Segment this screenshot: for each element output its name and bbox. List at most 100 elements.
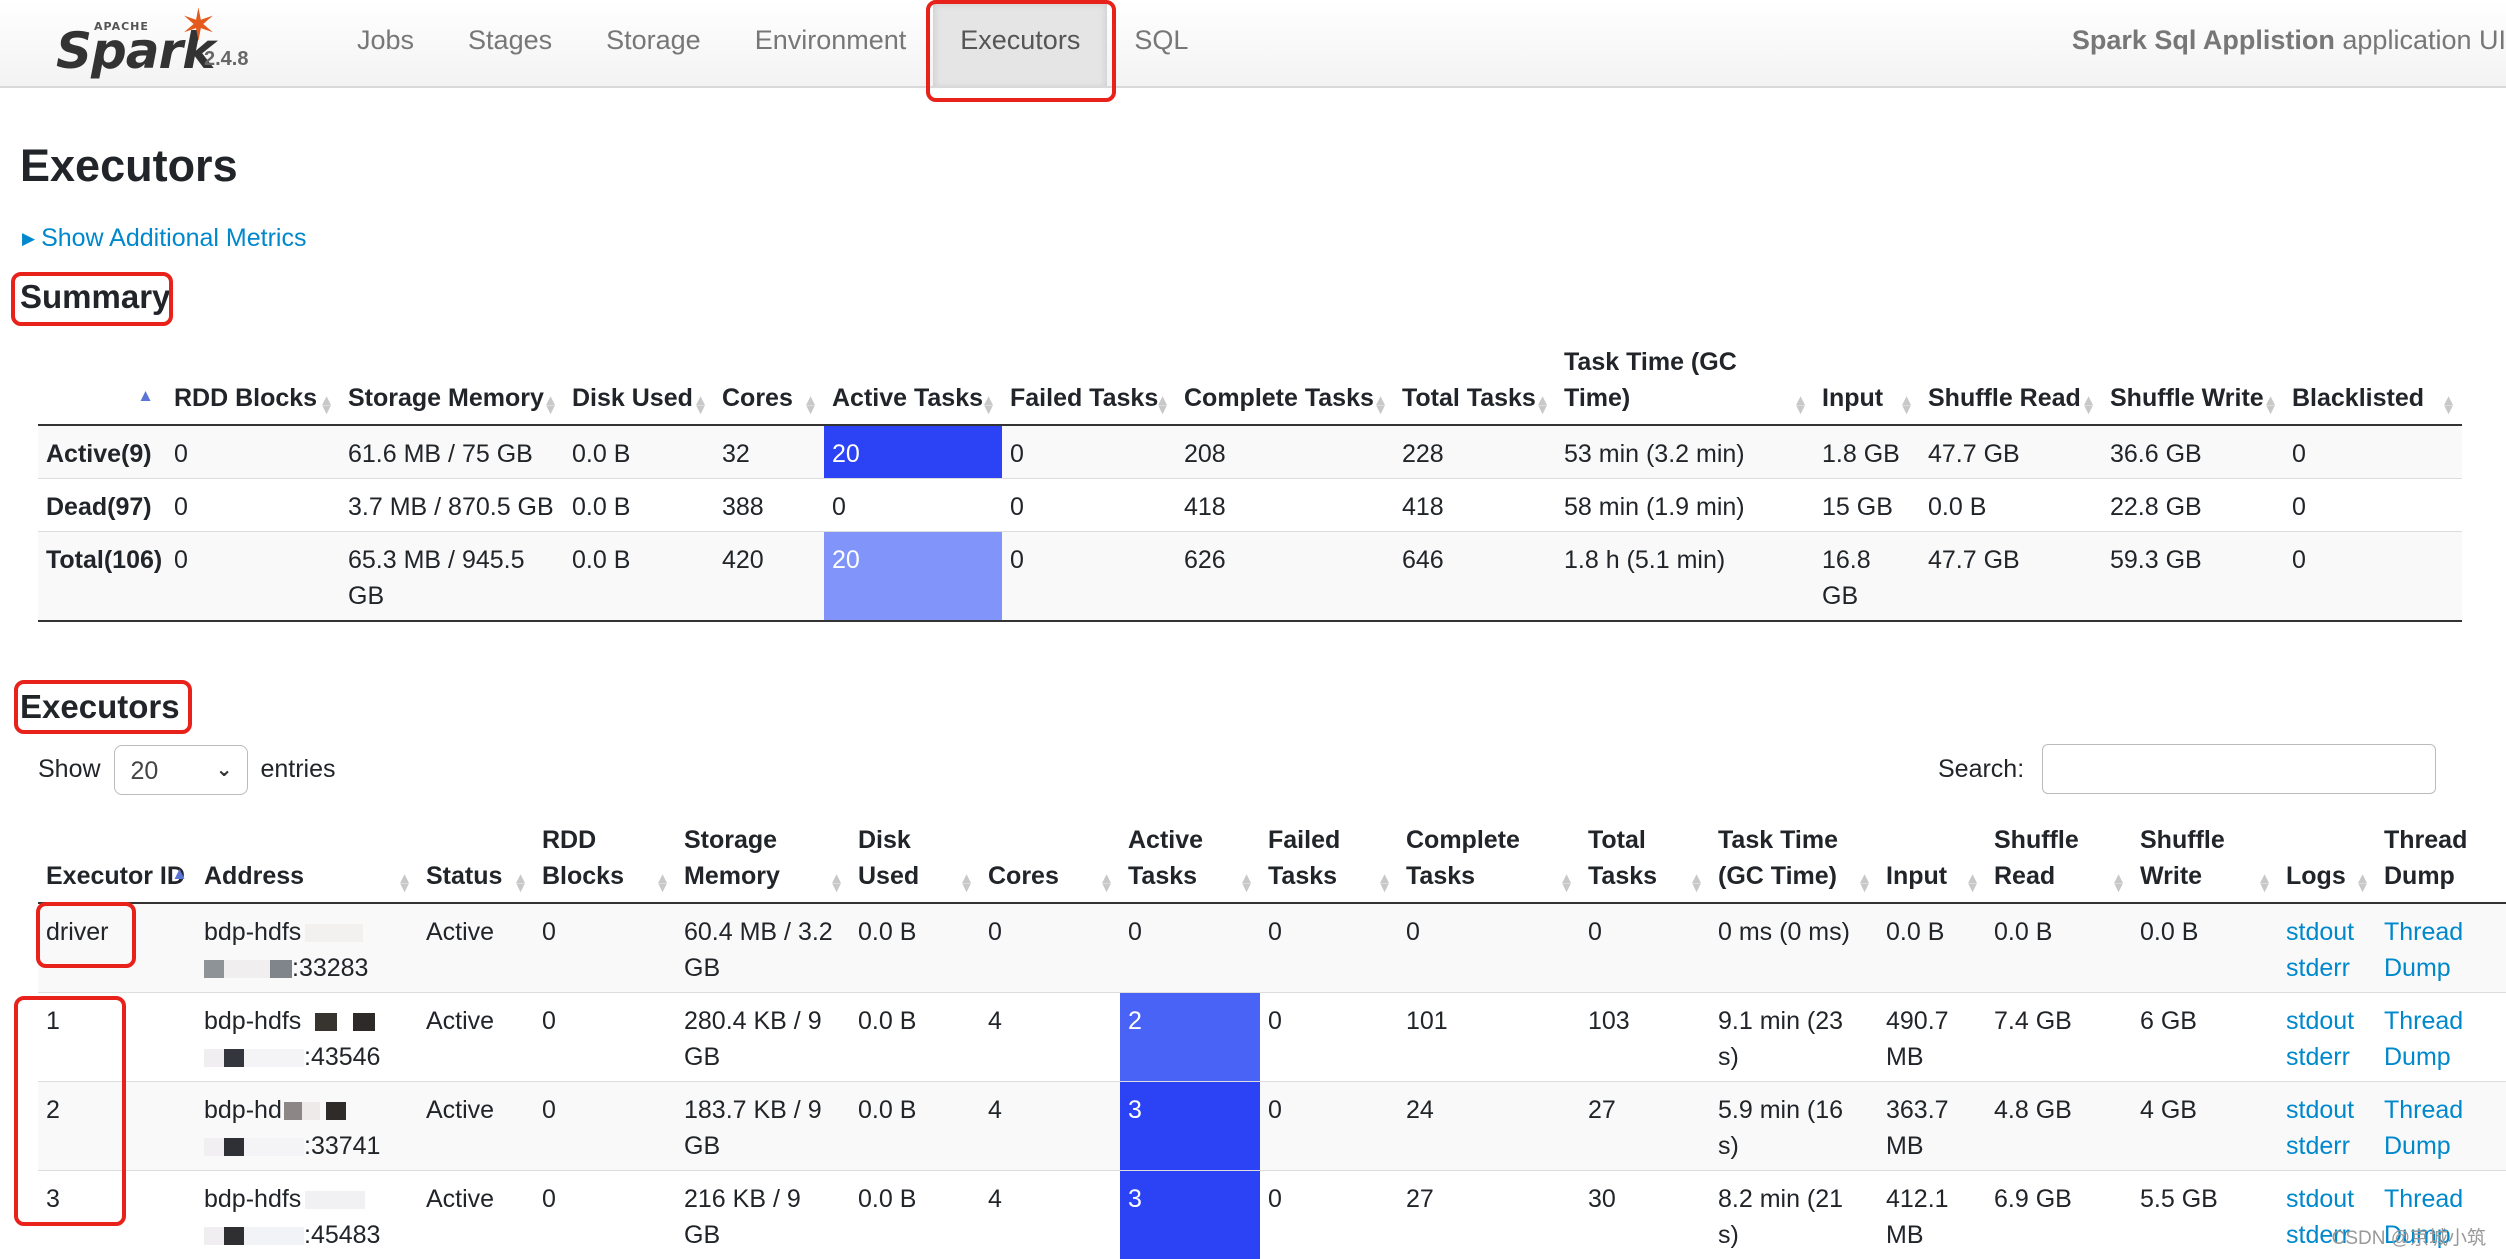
address-port: :33283 (292, 954, 368, 982)
executors-header-row: Executor ID▲ Address▲▼ Status▲▼ RDD Bloc… (38, 822, 2506, 903)
col-total-tasks[interactable]: Total Tasks▲▼ (1580, 822, 1710, 903)
tab-environment[interactable]: Environment (728, 0, 934, 86)
sort-icon: ▲▼ (1899, 396, 1914, 414)
tab-stages[interactable]: Stages (441, 0, 579, 86)
tab-jobs[interactable]: Jobs (330, 0, 441, 86)
col-failed-tasks[interactable]: Failed Tasks▲▼ (1260, 822, 1398, 903)
summary-col-active-tasks[interactable]: Active Tasks▲▼ (824, 344, 1002, 425)
spark-logo[interactable]: APACHE Spark ✶ 2.4.8 (52, 2, 252, 82)
summary-col-storage-memory[interactable]: Storage Memory▲▼ (340, 344, 564, 425)
executor-storage-memory: 216 KB / 9 GB (676, 1171, 850, 1259)
col-executor-id[interactable]: Executor ID▲ (38, 822, 196, 903)
sort-icon: ▲▼ (803, 396, 818, 414)
sort-icon: ▲▼ (959, 874, 974, 892)
executor-task-time: 5.9 min (16 s) (1710, 1082, 1878, 1171)
executor-active-tasks: 2 (1120, 993, 1260, 1082)
redacted-block (224, 960, 270, 978)
summary-col-cores[interactable]: Cores▲▼ (714, 344, 824, 425)
col-disk-used[interactable]: Disk Used▲▼ (850, 822, 980, 903)
stdout-link[interactable]: stdout (2286, 1092, 2368, 1128)
thread-dump-link[interactable]: Thread Dump (2384, 1092, 2506, 1164)
col-logs[interactable]: Logs▲▼ (2278, 822, 2376, 903)
executor-shuffle-write: 6 GB (2132, 993, 2278, 1082)
executor-failed-tasks: 0 (1260, 1171, 1398, 1259)
col-storage-memory[interactable]: Storage Memory▲▼ (676, 822, 850, 903)
summary-cell: 0 (1002, 532, 1176, 622)
executor-thread-dump: Thread Dump (2376, 993, 2506, 1082)
summary-col-input[interactable]: Input▲▼ (1814, 344, 1920, 425)
summary-cell: 0 (1002, 479, 1176, 532)
tab-sql[interactable]: SQL (1107, 0, 1215, 86)
summary-active-tasks-cell: 20 (824, 532, 1002, 622)
executor-address: bdp-hdfs:33283 (196, 903, 418, 993)
stdout-link[interactable]: stdout (2286, 1003, 2368, 1039)
show-additional-metrics-link[interactable]: ▶Show Additional Metrics (22, 224, 306, 253)
page-length-select[interactable]: 20⌄ (114, 745, 248, 795)
summary-col-rdd-blocks[interactable]: RDD Blocks▲▼ (166, 344, 340, 425)
sort-icon: ▲▼ (2257, 874, 2272, 892)
executor-shuffle-write: 0.0 B (2132, 903, 2278, 993)
summary-col-blacklisted[interactable]: Blacklisted▲▼ (2284, 344, 2462, 425)
executor-shuffle-read: 4.8 GB (1986, 1082, 2132, 1171)
summary-cell: 420 (714, 532, 824, 622)
stdout-link[interactable]: stdout (2286, 1181, 2368, 1217)
summary-col-total-tasks[interactable]: Total Tasks▲▼ (1394, 344, 1556, 425)
summary-col-complete-tasks[interactable]: Complete Tasks▲▼ (1176, 344, 1394, 425)
summary-col-disk-used[interactable]: Disk Used▲▼ (564, 344, 714, 425)
col-complete-tasks[interactable]: Complete Tasks▲▼ (1398, 822, 1580, 903)
executor-rdd-blocks: 0 (534, 1171, 676, 1259)
executor-rdd-blocks: 0 (534, 993, 676, 1082)
executor-task-time: 9.1 min (23 s) (1710, 993, 1878, 1082)
summary-cell: 228 (1394, 425, 1556, 479)
stderr-link[interactable]: stderr (2286, 1128, 2368, 1164)
executor-logs: stdoutstderr (2278, 1082, 2376, 1171)
summary-cell: Active(9) (38, 425, 166, 479)
executor-shuffle-read: 0.0 B (1986, 903, 2132, 993)
col-shuffle-read[interactable]: Shuffle Read▲▼ (1986, 822, 2132, 903)
table-row: 2 bdp-hd:33741 Active 0 183.7 KB / 9 GB … (38, 1082, 2506, 1171)
summary-col-task-time[interactable]: Task Time (GC Time)▲▼ (1556, 344, 1814, 425)
col-cores[interactable]: Cores▲▼ (980, 822, 1120, 903)
sort-icon: ▲▼ (1373, 396, 1388, 414)
col-status[interactable]: Status▲▼ (418, 822, 534, 903)
thread-dump-link[interactable]: Thread Dump (2384, 1003, 2506, 1075)
stderr-link[interactable]: stderr (2286, 1039, 2368, 1075)
redacted-block (305, 1191, 365, 1209)
stderr-link[interactable]: stderr (2286, 950, 2368, 986)
summary-col-shuffle-read[interactable]: Shuffle Read▲▼ (1920, 344, 2102, 425)
annotation-box-executor-ids (14, 996, 126, 1226)
col-thread-dump[interactable]: Thread Dump▲▼ (2376, 822, 2506, 903)
executor-shuffle-write: 4 GB (2132, 1082, 2278, 1171)
search-input[interactable] (2042, 744, 2436, 794)
sort-icon: ▲▼ (1239, 874, 1254, 892)
sort-icon: ▲▼ (2111, 874, 2126, 892)
page-length-prefix: Show (38, 755, 101, 783)
summary-cell: 208 (1176, 425, 1394, 479)
col-active-tasks[interactable]: Active Tasks▲▼ (1120, 822, 1260, 903)
executor-logs: stdoutstderr (2278, 993, 2376, 1082)
summary-col-failed-tasks[interactable]: Failed Tasks▲▼ (1002, 344, 1176, 425)
chevron-down-icon: ⌄ (216, 746, 233, 794)
col-task-time[interactable]: Task Time (GC Time)▲▼ (1710, 822, 1878, 903)
sort-icon: ▲▼ (2081, 396, 2096, 414)
tab-storage[interactable]: Storage (579, 0, 728, 86)
sort-icon: ▲▼ (543, 396, 558, 414)
summary-cell: 61.6 MB / 75 GB (340, 425, 564, 479)
annotation-box-executors (14, 680, 192, 734)
col-shuffle-write[interactable]: Shuffle Write▲▼ (2132, 822, 2278, 903)
col-address[interactable]: Address▲▼ (196, 822, 418, 903)
summary-cell: 0 (166, 479, 340, 532)
thread-dump-link[interactable]: Thread Dump (2384, 914, 2506, 986)
col-rdd-blocks[interactable]: RDD Blocks▲▼ (534, 822, 676, 903)
summary-cell: 32 (714, 425, 824, 479)
stdout-link[interactable]: stdout (2286, 914, 2368, 950)
summary-col-label: ▲ (38, 344, 166, 425)
sort-icon: ▲▼ (397, 874, 412, 892)
summary-row-dead: Dead(97) 0 3.7 MB / 870.5 GB 0.0 B 388 0… (38, 479, 2462, 532)
summary-cell: 0 (824, 479, 1002, 532)
summary-col-shuffle-write[interactable]: Shuffle Write▲▼ (2102, 344, 2284, 425)
executor-status: Active (418, 1082, 534, 1171)
executor-active-tasks: 3 (1120, 1082, 1260, 1171)
annotation-box-executors-tab (926, 0, 1116, 102)
col-input[interactable]: Input▲▼ (1878, 822, 1986, 903)
